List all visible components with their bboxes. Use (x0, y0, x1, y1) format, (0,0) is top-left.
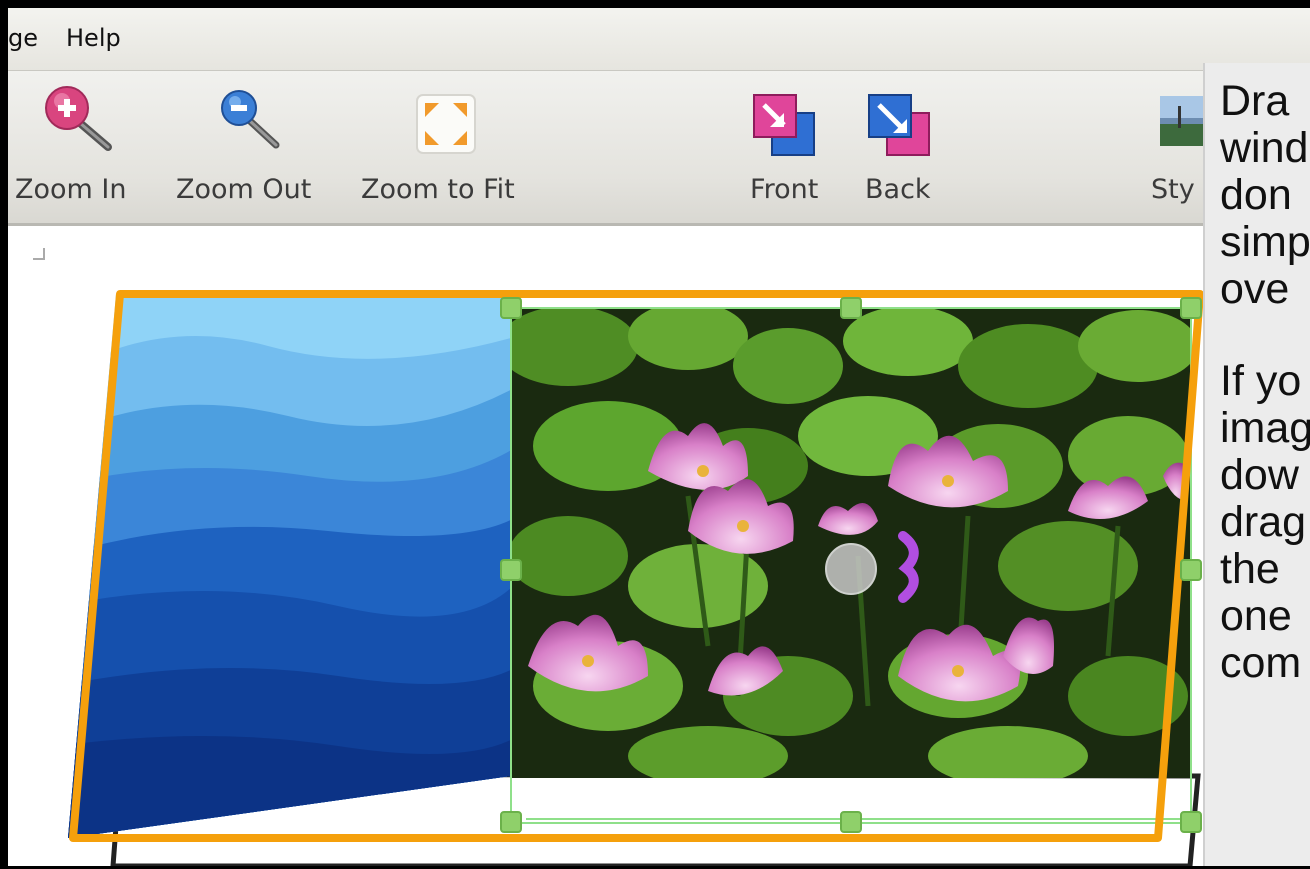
mountain-photo[interactable] (58, 286, 518, 846)
resize-handle-top-center[interactable] (840, 297, 862, 319)
zoom-to-fit-button[interactable]: Zoom to Fit (353, 71, 543, 223)
collage-scene (58, 286, 1204, 866)
canvas-area[interactable] (8, 226, 1310, 866)
menu-bar: ge Help (8, 8, 1310, 71)
send-to-back-label: Back (865, 174, 931, 205)
resize-handle-bottom-left[interactable] (500, 811, 522, 833)
resize-handle-middle-right[interactable] (1180, 559, 1202, 581)
tip-panel: Dra wind don simp ove If yo imag dow dra… (1203, 63, 1310, 866)
bring-to-front-icon (753, 94, 815, 156)
menu-item-image[interactable]: ge (8, 24, 38, 52)
zoom-out-button[interactable]: Zoom Out (168, 71, 333, 223)
style-label: Sty (1151, 174, 1195, 205)
zoom-in-button[interactable]: Zoom In (8, 71, 158, 223)
send-to-back-button[interactable]: Back (853, 71, 963, 223)
send-to-back-icon (868, 94, 930, 156)
zoom-in-label: Zoom In (15, 174, 127, 205)
menu-item-help[interactable]: Help (66, 24, 121, 52)
bring-to-front-label: Front (750, 174, 819, 205)
toolbar: Zoom In Zoom Out Zoom to Fit Front Back … (8, 71, 1310, 226)
expand-arrows-icon (416, 94, 476, 154)
zoom-out-label: Zoom Out (176, 174, 312, 205)
magnifier-minus-icon (221, 90, 280, 149)
resize-handle-top-left[interactable] (500, 297, 522, 319)
water-lily-photo[interactable] (498, 302, 1198, 786)
zoom-to-fit-label: Zoom to Fit (361, 174, 515, 205)
style-button[interactable]: Sty (1148, 71, 1208, 223)
tip-paragraph-2: If yo imag dow drag the one com (1220, 357, 1310, 687)
magnifier-plus-icon (45, 86, 112, 151)
resize-handle-top-right[interactable] (1180, 297, 1202, 319)
landscape-thumbnail-icon (1160, 96, 1208, 146)
resize-handle-bottom-center[interactable] (840, 811, 862, 833)
rotate-handle[interactable] (825, 543, 877, 595)
app-window: ge Help Zoom In Zoom Out Zoom to Fit Fro… (8, 8, 1310, 866)
resize-handle-bottom-right[interactable] (1180, 811, 1202, 833)
bring-to-front-button[interactable]: Front (738, 71, 848, 223)
resize-handle-middle-left[interactable] (500, 559, 522, 581)
tip-paragraph-1: Dra wind don simp ove (1220, 77, 1310, 313)
